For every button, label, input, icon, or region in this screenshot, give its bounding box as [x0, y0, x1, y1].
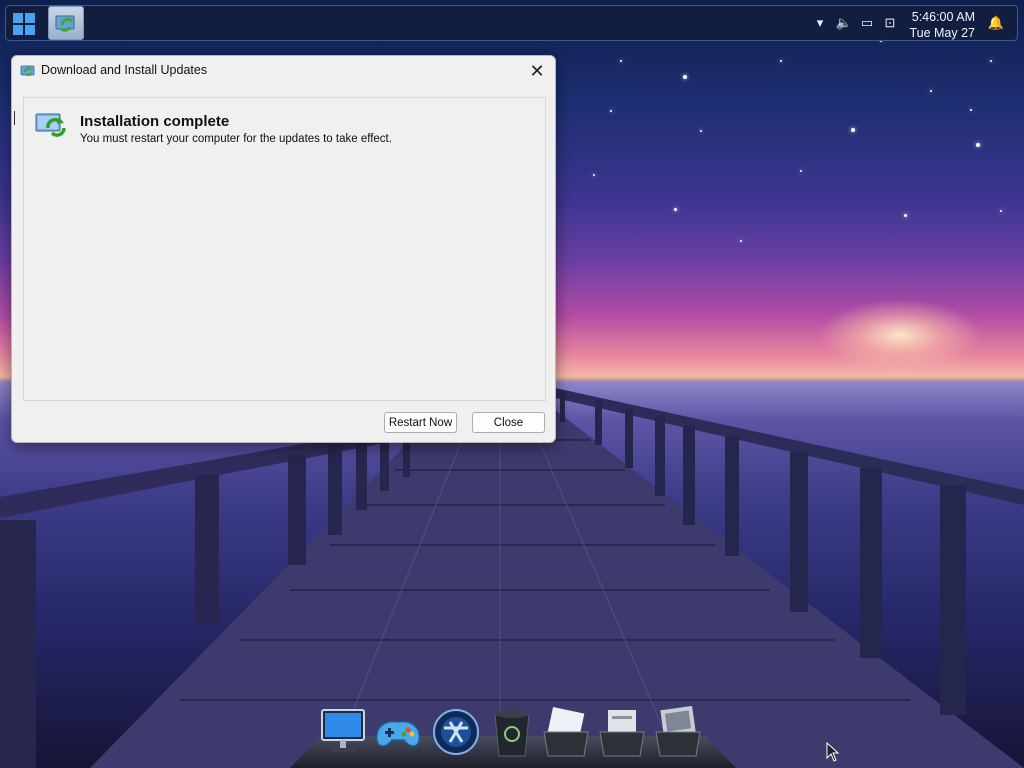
mouse-pointer-icon: [826, 742, 840, 762]
dialog-title: Download and Install Updates: [41, 63, 208, 77]
documents-folder-icon: [599, 710, 645, 757]
network-icon[interactable]: ⊡: [881, 14, 899, 32]
close-button[interactable]: Close: [472, 412, 545, 433]
computer-icon: [321, 709, 365, 752]
trash-icon: [494, 710, 530, 757]
clock-time[interactable]: 5:46:00 AM: [912, 10, 975, 24]
battery-icon[interactable]: ▭: [858, 14, 876, 32]
dock-item-documents[interactable]: [596, 706, 648, 760]
mail-folder-icon: [543, 706, 589, 757]
windows-logo-icon: [13, 13, 35, 35]
status-heading: Installation complete: [80, 113, 230, 130]
clock-date[interactable]: Tue May 27: [909, 26, 975, 40]
volume-icon[interactable]: 🔈: [835, 14, 853, 32]
notification-bell-icon[interactable]: 🔔: [987, 14, 1005, 32]
windows-update-icon: [20, 65, 35, 76]
internet-explorer-icon: [433, 709, 479, 755]
close-icon[interactable]: ✕: [525, 59, 549, 83]
dock-item-browser[interactable]: [430, 706, 482, 760]
dock-item-mail[interactable]: [540, 706, 592, 760]
start-button[interactable]: [10, 10, 38, 38]
dock: [290, 705, 736, 768]
update-dialog: Download and Install Updates ✕ Installat…: [11, 55, 556, 443]
taskbar: ▾ 🔈 ▭ ⊡ 5:46:00 AM Tue May 27 🔔: [5, 5, 1018, 41]
pictures-folder-icon: [655, 705, 701, 757]
dock-item-games[interactable]: [372, 706, 424, 760]
status-message: You must restart your computer for the u…: [80, 133, 392, 145]
dialog-titlebar[interactable]: Download and Install Updates ✕: [12, 56, 555, 86]
game-controller-icon: [375, 720, 421, 747]
chevron-up-icon[interactable]: ▾: [811, 14, 829, 32]
text-caret: [14, 111, 15, 125]
windows-update-icon: [55, 15, 75, 32]
dock-item-pictures[interactable]: [652, 705, 704, 760]
dock-item-computer[interactable]: [318, 706, 370, 760]
dock-item-trash[interactable]: [486, 706, 538, 760]
restart-now-button[interactable]: Restart Now: [384, 412, 457, 433]
content-panel: Installation complete You must restart y…: [23, 97, 546, 401]
taskbar-app-windows-update[interactable]: [48, 6, 84, 40]
windows-update-icon: [35, 113, 66, 137]
